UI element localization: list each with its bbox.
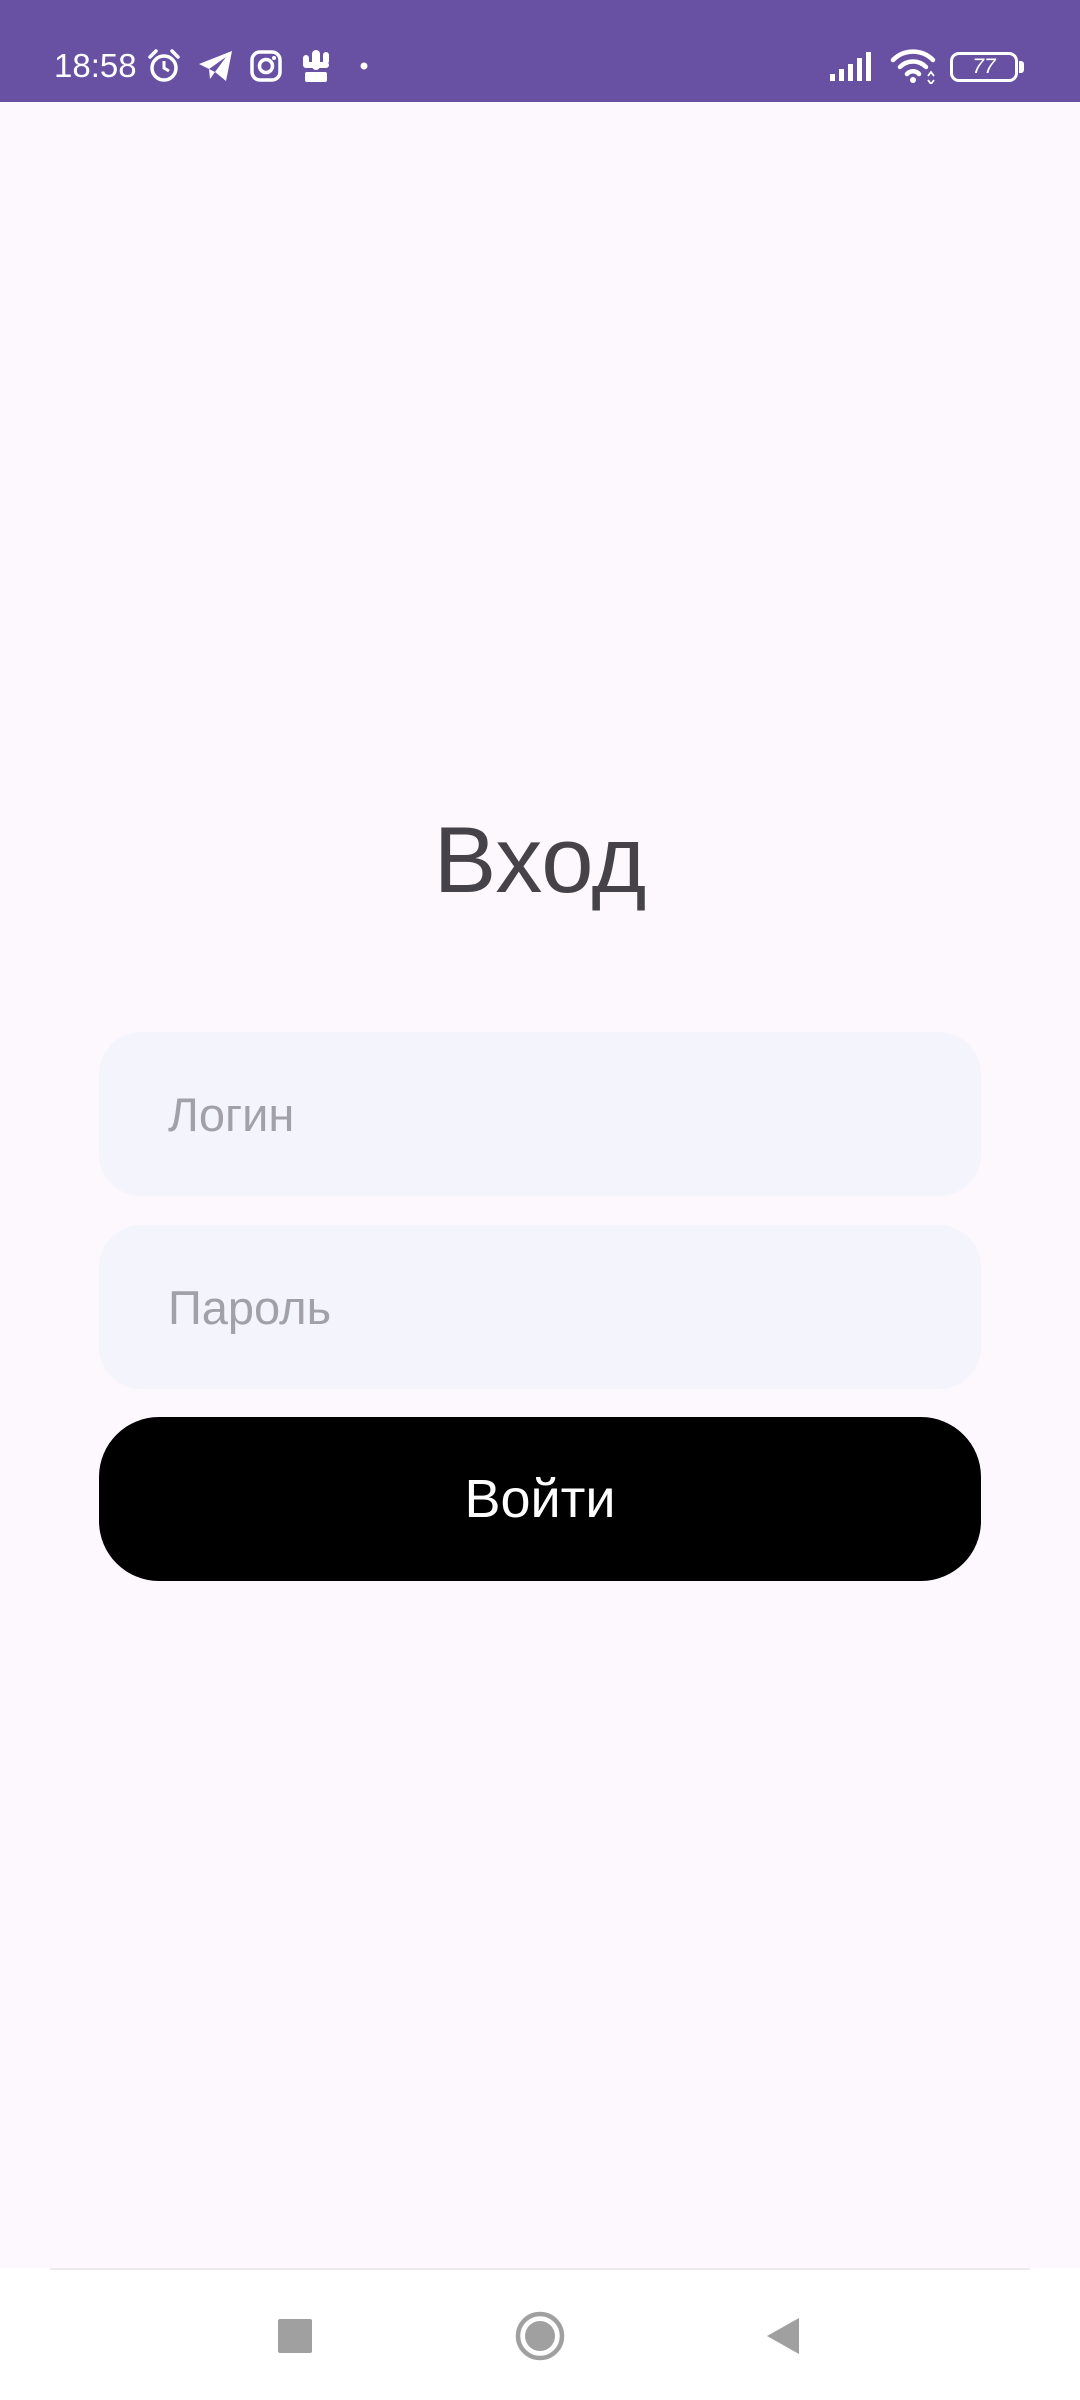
password-field[interactable]: [99, 1225, 981, 1389]
home-button[interactable]: [500, 2298, 580, 2378]
battery-icon: 77: [950, 52, 1018, 82]
back-button[interactable]: [743, 2298, 823, 2378]
battery-tip: [1019, 61, 1024, 73]
login-screen: 18:58 77 Вход Логин Войти: [0, 0, 1080, 2400]
instagram-icon: [248, 44, 284, 88]
dot-icon: [356, 44, 372, 88]
recents-button[interactable]: [255, 2298, 335, 2378]
password-input[interactable]: [99, 1225, 981, 1389]
home-icon: [514, 2310, 566, 2367]
login-field[interactable]: [99, 1032, 981, 1196]
nav-divider: [50, 2268, 1030, 2270]
back-icon: [764, 2316, 802, 2361]
cactus-icon: [296, 44, 336, 88]
recents-icon: [277, 2318, 313, 2359]
status-bar: 18:58 77: [0, 0, 1080, 102]
signal-icon: [828, 44, 878, 88]
login-button-label: Войти: [464, 1469, 616, 1529]
status-time: 18:58: [54, 47, 137, 84]
telegram-icon: [196, 44, 236, 88]
battery-level: 77: [972, 55, 996, 78]
login-button[interactable]: Войти: [99, 1417, 981, 1581]
wifi-icon: [888, 44, 938, 88]
login-input[interactable]: [99, 1032, 981, 1196]
page-title: Вход: [433, 807, 647, 912]
alarm-icon: [145, 44, 183, 88]
